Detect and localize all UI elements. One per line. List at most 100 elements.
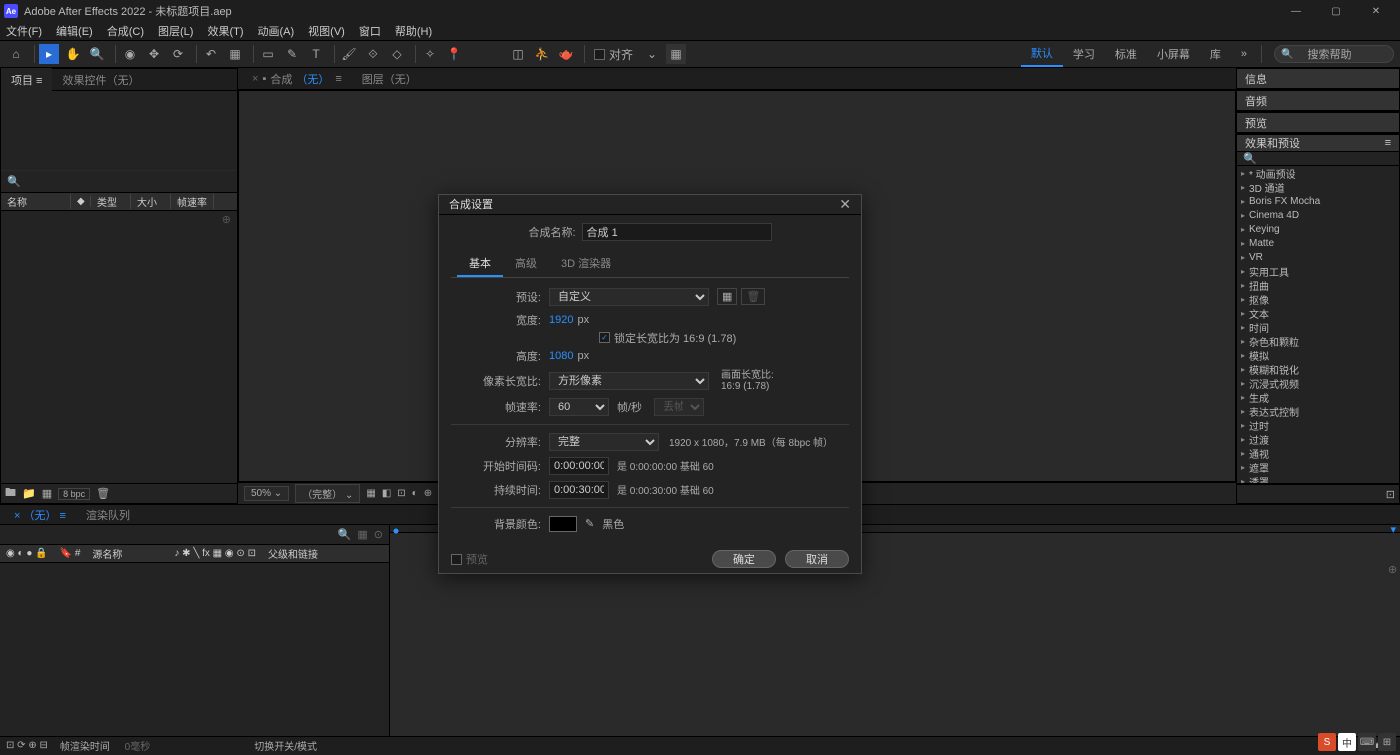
ime-lang-icon[interactable]: 中: [1338, 733, 1356, 751]
effects-category-item[interactable]: ▸Boris FX Mocha: [1237, 194, 1399, 208]
preview-checkbox[interactable]: [451, 554, 462, 565]
viewer-option-icon[interactable]: ⊡: [397, 488, 405, 499]
snap-icon[interactable]: 对齐: [589, 44, 638, 64]
project-item-list[interactable]: ⊕: [1, 211, 237, 483]
workspace-more-icon[interactable]: »: [1231, 44, 1257, 64]
fps-dropdown[interactable]: 60: [549, 398, 609, 416]
resolution-dropdown[interactable]: 完整: [549, 433, 659, 451]
panel-menu-icon[interactable]: ⊡: [1386, 488, 1395, 501]
workspace-library[interactable]: 库: [1200, 42, 1231, 66]
workspace-default[interactable]: 默认: [1021, 41, 1063, 67]
tab-effect-controls[interactable]: 效果控件（无）: [52, 68, 149, 92]
bg-color-swatch[interactable]: [549, 516, 577, 532]
effects-category-item[interactable]: ▸透罩: [1237, 474, 1399, 484]
effects-category-item[interactable]: ▸杂色和颗粒: [1237, 334, 1399, 348]
eraser-tool-icon[interactable]: ◇: [387, 44, 407, 64]
effects-category-item[interactable]: ▸实用工具: [1237, 264, 1399, 278]
tab-composition-viewer[interactable]: ×▪ 合成 （无）≡: [242, 68, 352, 90]
workspace-standard[interactable]: 标准: [1105, 42, 1147, 66]
ime-menu-icon[interactable]: ⊞: [1378, 733, 1396, 751]
panel-info[interactable]: 信息: [1237, 69, 1399, 89]
menu-view[interactable]: 视图(V): [308, 23, 345, 39]
rotate-tool-icon[interactable]: ⟳: [168, 44, 188, 64]
effects-category-item[interactable]: ▸模拟: [1237, 348, 1399, 362]
start-timecode-input[interactable]: [549, 457, 609, 475]
ok-button[interactable]: 确定: [712, 550, 776, 568]
pan-tool-icon[interactable]: ✥: [144, 44, 164, 64]
teapot-icon[interactable]: 🫖: [556, 44, 576, 64]
panel-effects-presets[interactable]: 效果和预设≡: [1237, 135, 1399, 152]
maximize-button[interactable]: ▢: [1316, 0, 1356, 22]
footer-icon[interactable]: ⊡ ⟳ ⊕ ⊟: [6, 740, 48, 751]
menu-composition[interactable]: 合成(C): [107, 23, 144, 39]
effects-category-item[interactable]: ▸VR: [1237, 250, 1399, 264]
viewer-option-icon[interactable]: ⊕: [424, 488, 432, 499]
tab-timeline-none[interactable]: × （无） ≡: [4, 504, 76, 526]
preset-dropdown[interactable]: 自定义: [549, 288, 709, 306]
viewer-option-icon[interactable]: ◐: [412, 488, 418, 499]
dialog-close-icon[interactable]: ✕: [839, 196, 851, 213]
panel-audio[interactable]: 音频: [1237, 91, 1399, 111]
effects-category-item[interactable]: ▸生成: [1237, 390, 1399, 404]
close-button[interactable]: ✕: [1356, 0, 1396, 22]
lock-aspect-checkbox[interactable]: ✓: [599, 332, 610, 343]
3d-icon[interactable]: ◫: [508, 44, 528, 64]
preset-save-icon[interactable]: ▦: [717, 288, 737, 305]
timeline-opt-icon[interactable]: ▦: [357, 528, 367, 541]
ime-icon[interactable]: S: [1318, 733, 1336, 751]
width-value[interactable]: 1920: [549, 314, 573, 326]
help-search-input[interactable]: 🔍 搜索帮助: [1274, 45, 1394, 63]
dropframe-dropdown[interactable]: 丢帧: [654, 398, 704, 416]
effects-category-item[interactable]: ▸通视: [1237, 446, 1399, 460]
effects-category-item[interactable]: ▸扭曲: [1237, 278, 1399, 292]
shape-tool-icon[interactable]: ▭: [258, 44, 278, 64]
comp-name-input[interactable]: [582, 223, 772, 241]
ime-key-icon[interactable]: ⌨: [1358, 733, 1376, 751]
effects-category-item[interactable]: ▸模糊和锐化: [1237, 362, 1399, 376]
time-indicator-icon[interactable]: [390, 525, 402, 537]
pixel-aspect-dropdown[interactable]: 方形像素: [549, 372, 709, 390]
minimize-button[interactable]: —: [1276, 0, 1316, 22]
workspace-learn[interactable]: 学习: [1063, 42, 1105, 66]
duration-input[interactable]: [549, 481, 609, 499]
effects-category-item[interactable]: ▸过渡: [1237, 432, 1399, 446]
menu-effect[interactable]: 效果(T): [207, 23, 243, 39]
menu-file[interactable]: 文件(F): [6, 23, 42, 39]
viewer-option-icon[interactable]: ▦: [366, 488, 375, 499]
timeline-search-icon[interactable]: 🔍: [338, 528, 352, 541]
interpret-icon[interactable]: 🖿: [5, 484, 16, 503]
menu-help[interactable]: 帮助(H): [395, 23, 432, 39]
orbit-tool-icon[interactable]: ◉: [120, 44, 140, 64]
bpc-label[interactable]: 8 bpc: [58, 488, 90, 500]
zoom-dropdown[interactable]: 50% ⌄: [244, 486, 289, 501]
effects-category-item[interactable]: ▸* 动画预设: [1237, 166, 1399, 180]
zoom-tool-icon[interactable]: 🔍: [87, 44, 107, 64]
tab-layer-viewer[interactable]: 图层（无）: [352, 68, 427, 90]
tab-advanced[interactable]: 高级: [503, 251, 549, 277]
viewer-option-icon[interactable]: ◧: [382, 488, 391, 499]
brush-tool-icon[interactable]: 🖌: [339, 44, 359, 64]
effects-category-item[interactable]: ▸文本: [1237, 306, 1399, 320]
eyedropper-icon[interactable]: ✎: [585, 517, 594, 530]
effects-category-item[interactable]: ▸时间: [1237, 320, 1399, 334]
effects-category-item[interactable]: ▸表达式控制: [1237, 404, 1399, 418]
effects-category-item[interactable]: ▸Keying: [1237, 222, 1399, 236]
menu-edit[interactable]: 编辑(E): [56, 23, 93, 39]
effects-category-item[interactable]: ▸遮罩: [1237, 460, 1399, 474]
resolution-dropdown[interactable]: （完整） ⌄: [295, 484, 360, 503]
trash-icon[interactable]: 🗑: [96, 487, 110, 500]
tab-basic[interactable]: 基本: [457, 251, 503, 277]
folder-icon[interactable]: 📁: [22, 487, 36, 500]
stamp-tool-icon[interactable]: ⟐: [363, 44, 383, 64]
pen-tool-icon[interactable]: ✎: [282, 44, 302, 64]
menu-window[interactable]: 窗口: [359, 23, 381, 39]
home-icon[interactable]: ⌂: [6, 44, 26, 64]
effects-category-item[interactable]: ▸Matte: [1237, 236, 1399, 250]
menu-animation[interactable]: 动画(A): [258, 23, 295, 39]
hand-tool-icon[interactable]: ✋: [63, 44, 83, 64]
panel-preview[interactable]: 预览: [1237, 113, 1399, 133]
height-value[interactable]: 1080: [549, 350, 573, 362]
tab-project[interactable]: 项目 ≡: [1, 68, 52, 92]
chevron-down-icon[interactable]: ⌄: [642, 44, 662, 64]
menu-layer[interactable]: 图层(L): [158, 23, 193, 39]
